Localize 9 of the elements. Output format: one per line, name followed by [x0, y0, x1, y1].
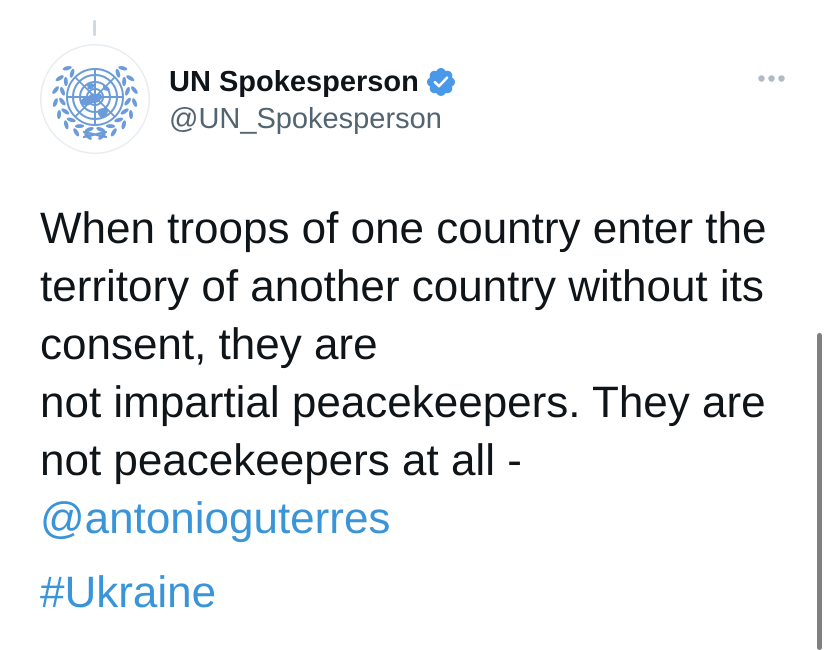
globe-wreath-avatar[interactable]	[40, 44, 150, 154]
mention-link[interactable]: @antonioguterres	[40, 494, 390, 543]
thread-connector-line	[93, 20, 96, 36]
hashtag-link[interactable]: #Ukraine	[40, 568, 216, 617]
tweet-text: When troops of one country enter the territory of another country without its consent, they are not impartial peacekeepers. They are not peacekeepers at all - @antonioguterres	[40, 203, 768, 545]
author-handle[interactable]: @UN_Spokesperson	[169, 100, 455, 138]
author-name[interactable]: UN Spokesperson	[169, 64, 419, 100]
scrollbar-thumb[interactable]	[817, 333, 822, 650]
more-options-icon[interactable]	[758, 75, 785, 82]
